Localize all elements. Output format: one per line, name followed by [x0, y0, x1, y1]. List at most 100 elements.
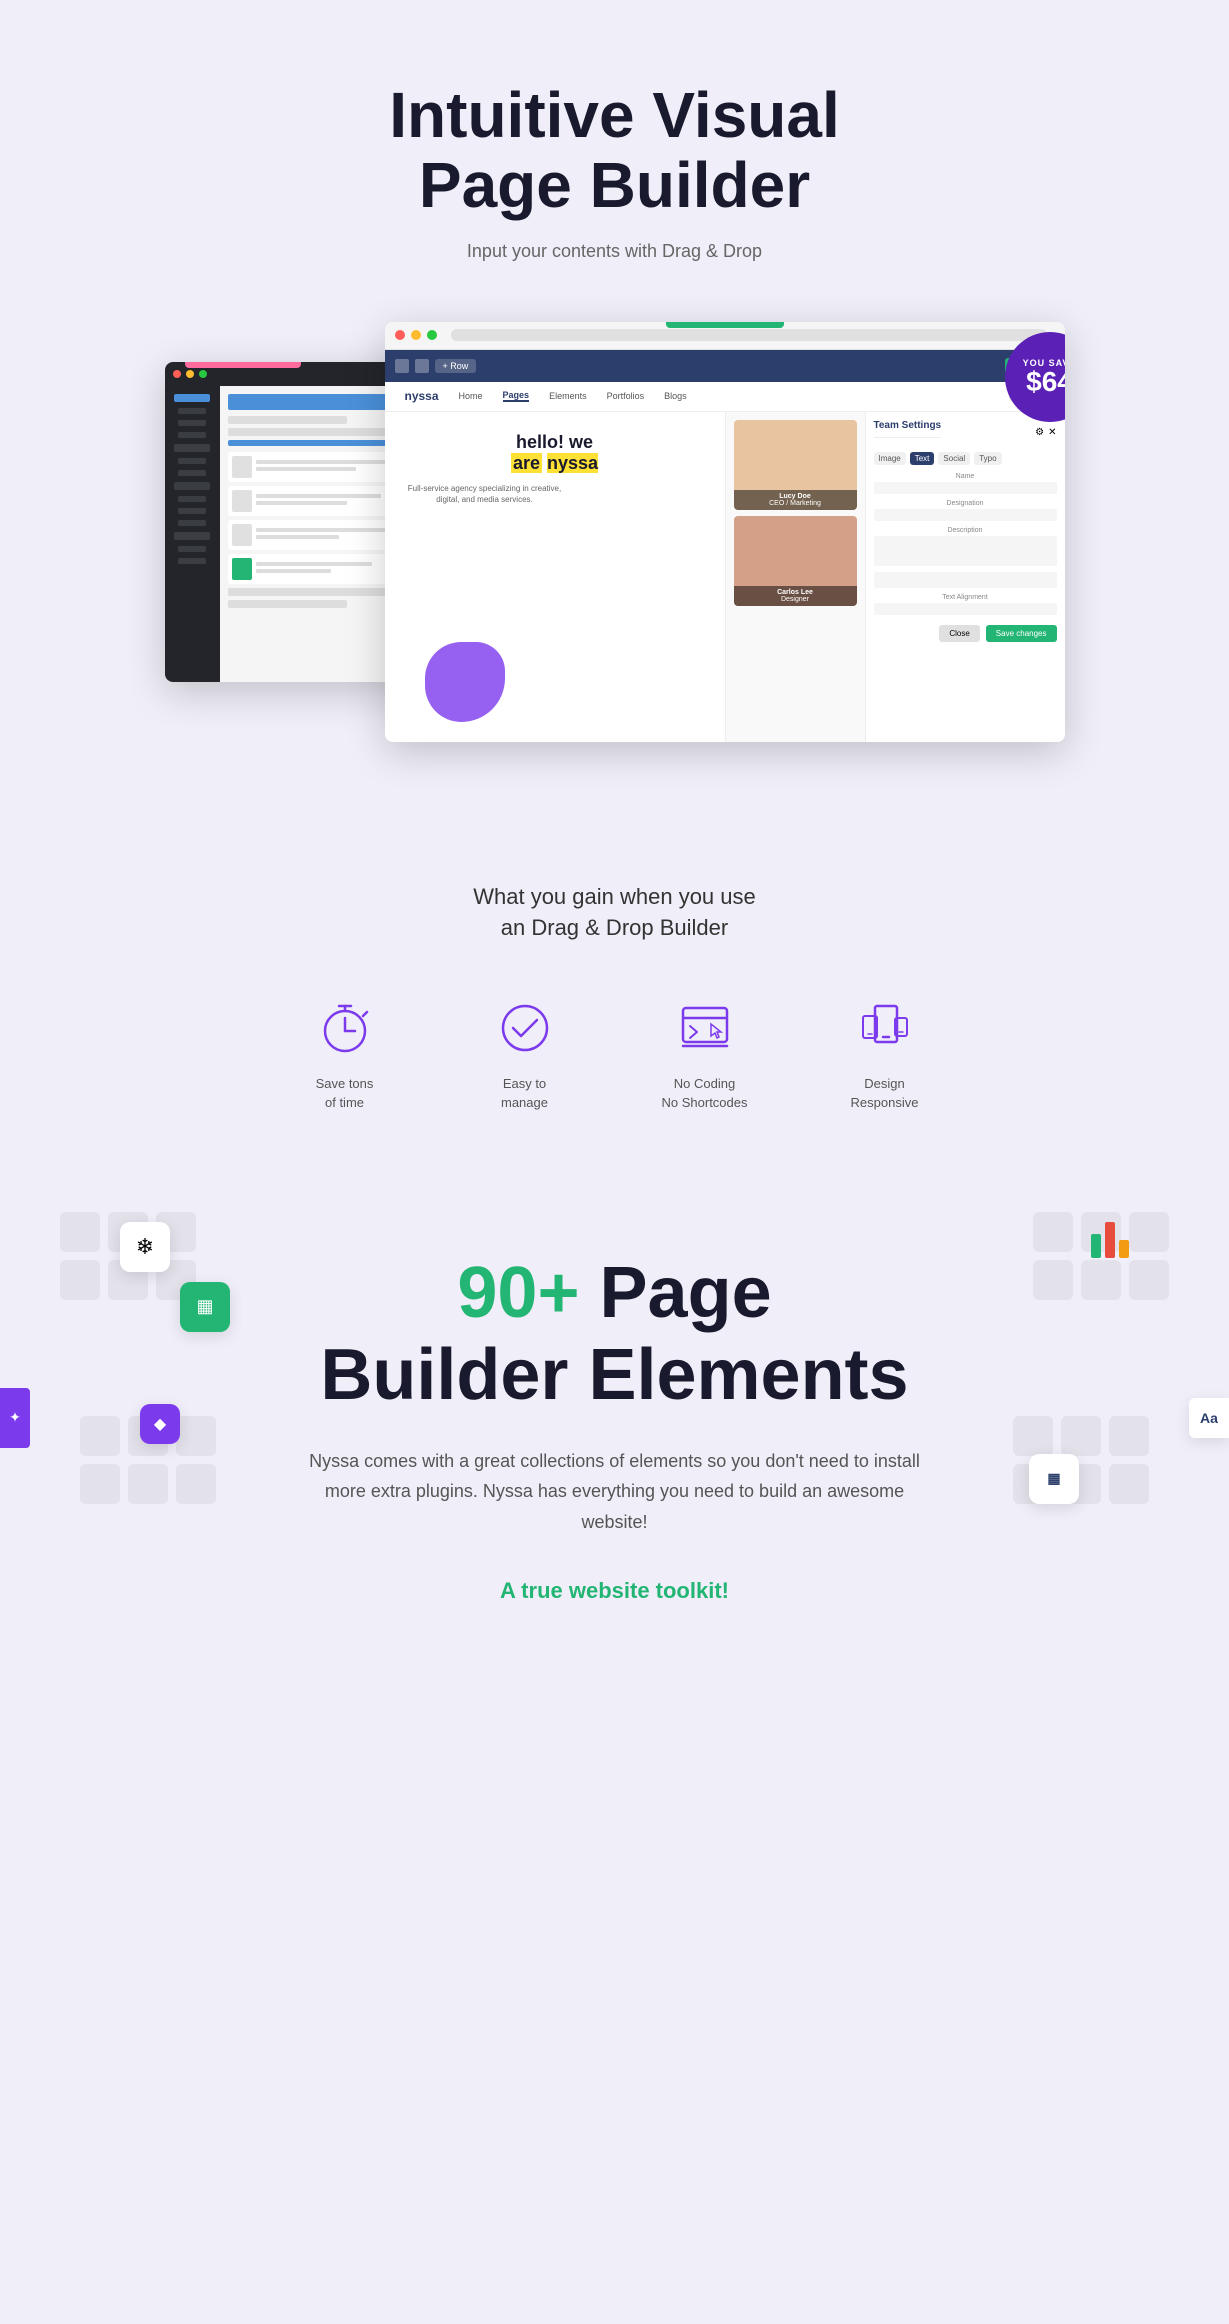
nav-block: [174, 532, 210, 540]
panel-close-btn[interactable]: Close: [939, 625, 979, 642]
elements-desc: Nyssa comes with a great collections of …: [305, 1446, 925, 1538]
panel-close-icon[interactable]: ✕: [1048, 427, 1056, 438]
panel-field-desc: Description: [874, 527, 1057, 566]
be-card-img: [232, 558, 252, 580]
fe-nav-portfolios: Portfolios: [607, 391, 645, 401]
be-row: [228, 416, 347, 424]
nav-small: [178, 520, 206, 526]
panel-settings-icon[interactable]: ⚙: [1035, 427, 1044, 438]
fe-toolbar: + Row Update: [385, 350, 1065, 382]
frontend-editor-mockup: Frontend Editor YOU SAVE $64 + Row Updat…: [385, 322, 1065, 742]
panel-select-alignment[interactable]: [874, 603, 1057, 615]
panel-tab-social[interactable]: Social: [938, 452, 970, 465]
fe-hero-highlight: are: [511, 453, 542, 473]
be-card-img: [232, 524, 252, 546]
elements-title-line2: Builder Elements: [40, 1334, 1189, 1416]
elements-tagline: A true website toolkit!: [40, 1578, 1189, 1604]
hero-subtitle: Input your contents with Drag & Drop: [40, 241, 1189, 262]
panel-input-designation[interactable]: [874, 509, 1057, 521]
fe-settings-panel: Team Settings ⚙ ✕ Image Text Social Typo…: [865, 412, 1065, 742]
deco-strip-right: Aa: [1189, 1398, 1229, 1438]
dot-green: [199, 370, 207, 378]
nav-small: [178, 432, 206, 438]
elements-count: 90+: [457, 1253, 579, 1333]
be-card-line: [256, 535, 340, 539]
panel-label-desc: Description: [874, 527, 1057, 534]
nav-small: [178, 408, 206, 414]
panel-input-name[interactable]: [874, 482, 1057, 494]
benefits-subtitle: What you gain when you use an Drag & Dro…: [40, 882, 1189, 944]
hero-title: Intuitive Visual Page Builder: [40, 80, 1189, 221]
panel-actions: Close Save changes: [874, 625, 1057, 642]
fe-dot-green: [427, 330, 437, 340]
be-card-line: [256, 569, 331, 573]
be-card-line: [256, 460, 390, 464]
be-row: [228, 428, 387, 436]
fe-content: hello! we are nyssa Full-service agency …: [385, 412, 1065, 742]
nav-small: [178, 420, 206, 426]
elements-title-inline: Page: [580, 1253, 772, 1333]
panel-tab-text[interactable]: Text: [910, 452, 935, 465]
team-photo-2: Carlos Lee Designer: [734, 516, 857, 606]
fe-hero-desc: Full-service agency specializing in crea…: [405, 483, 565, 505]
fe-toolbar-icon: [415, 359, 429, 373]
be-left-nav: [165, 386, 220, 682]
fe-main-content: hello! we are nyssa Full-service agency …: [385, 412, 725, 742]
dot-red: [173, 370, 181, 378]
team-photo-1-label: Lucy Doe CEO / Marketing: [734, 490, 857, 510]
nav-small: [178, 546, 206, 552]
panel-label-alignment: Text Alignment: [874, 594, 1057, 601]
benefit-label-responsive: DesignResponsive: [851, 1075, 919, 1111]
nav-small: [178, 458, 206, 464]
deco-strip-left: ✦: [0, 1388, 30, 1448]
fe-toolbar-icon: [395, 359, 409, 373]
panel-tab-typo[interactable]: Typo: [974, 452, 1001, 465]
benefit-label-time: Save tonsof time: [316, 1075, 374, 1111]
benefit-item-responsive: DesignResponsive: [825, 993, 945, 1111]
deco-right-label: Aa: [1200, 1410, 1218, 1426]
fe-toolbar-add-btn[interactable]: + Row: [435, 359, 477, 373]
fe-url-bar: [451, 329, 1047, 341]
be-row: [228, 600, 347, 608]
benefit-icon-responsive: [850, 993, 920, 1063]
nav-small: [178, 558, 206, 564]
elements-section: ✦ Aa ❄ ▦: [0, 1172, 1229, 1664]
benefit-icon-timer: [310, 993, 380, 1063]
benefit-item-time: Save tonsof time: [285, 993, 405, 1111]
nav-block: [174, 482, 210, 490]
fe-logo: nyssa: [405, 389, 439, 403]
fe-nav-blogs: Blogs: [664, 391, 687, 401]
nav-small: [178, 470, 206, 476]
panel-field-alignment: Text Alignment: [874, 594, 1057, 615]
you-save-amount: $64: [1026, 368, 1064, 396]
benefit-icon-check: [490, 993, 560, 1063]
be-card-line: [256, 501, 348, 505]
panel-field-designation: Designation: [874, 500, 1057, 521]
benefit-icon-nocoding: [670, 993, 740, 1063]
fe-dot-yellow: [411, 330, 421, 340]
panel-input-desc[interactable]: [874, 536, 1057, 566]
team-photo-1: Lucy Doe CEO / Marketing: [734, 420, 857, 510]
benefit-label-nocoding: No CodingNo Shortcodes: [662, 1075, 748, 1111]
benefit-label-manage: Easy tomanage: [501, 1075, 548, 1111]
be-card-img: [232, 490, 252, 512]
fe-nav-home: Home: [459, 391, 483, 401]
editors-container: Backend Editor: [165, 322, 1065, 742]
fe-nav-pages: Pages: [503, 390, 530, 402]
nav-small: [178, 508, 206, 514]
responsive-icon: [855, 998, 915, 1058]
benefit-item-nocoding: No CodingNo Shortcodes: [645, 993, 765, 1111]
no-coding-icon: [675, 998, 735, 1058]
panel-label-designation: Designation: [874, 500, 1057, 507]
elements-content: 90+ Page Builder Elements Nyssa comes wi…: [40, 1252, 1189, 1604]
panel-save-btn[interactable]: Save changes: [986, 625, 1057, 642]
fe-nav-elements: Elements: [549, 391, 587, 401]
panel-tab-image[interactable]: Image: [874, 452, 906, 465]
backend-editor-label: Backend Editor: [185, 362, 301, 368]
panel-title: Team Settings: [874, 420, 942, 438]
timer-icon: [315, 998, 375, 1058]
fe-hero-text: hello! we are nyssa: [405, 432, 705, 475]
checkmark-icon: [495, 998, 555, 1058]
nav-block: [174, 444, 210, 452]
be-card-img: [232, 456, 252, 478]
